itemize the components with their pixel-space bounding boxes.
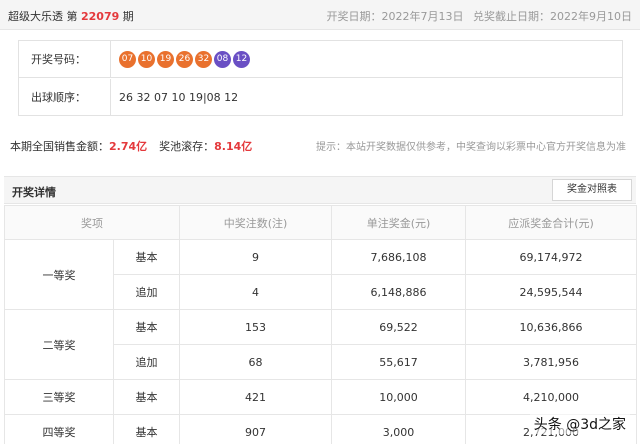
- winner-count: 9: [179, 239, 332, 275]
- pool-value: 8.14亿: [214, 140, 253, 153]
- back-ball: 12: [233, 51, 250, 68]
- prize-level: 二等奖: [4, 309, 114, 380]
- title-suffix: 期: [122, 10, 134, 23]
- lottery-title: 超级大乐透 第 22079 期: [8, 8, 134, 24]
- winner-count: 153: [179, 309, 332, 345]
- winner-count: 68: [179, 344, 332, 380]
- detail-header: 开奖详情 奖金对照表: [4, 176, 636, 204]
- prize-level: 四等奖: [4, 414, 114, 444]
- total-prize: 4,210,000: [465, 379, 637, 415]
- winner-count: 421: [179, 379, 332, 415]
- winner-count: 4: [179, 274, 332, 310]
- disclaimer-notice: 提示：本站开奖数据仅供参考，中奖查询以彩票中心官方开奖信息为准: [316, 142, 626, 153]
- prize-compare-button[interactable]: 奖金对照表: [552, 179, 632, 201]
- back-ball: 08: [214, 51, 231, 68]
- prize-level: 一等奖: [4, 239, 114, 310]
- pool-label: 奖池滚存：: [159, 140, 215, 153]
- prize-type: 追加: [113, 274, 180, 310]
- prize-type: 基本: [113, 379, 180, 415]
- front-ball: 26: [176, 51, 193, 68]
- date-info: 开奖日期：2022年7月13日 兑奖截止日期：2022年9月10日: [321, 8, 633, 24]
- draw-order-value: 26 32 07 10 19|08 12: [119, 91, 239, 104]
- draw-info-box: 开奖号码： 07 10 19 26 32 08 12 出球顺序： 26 32 07 10 1…: [18, 40, 623, 116]
- issue-number: 22079: [81, 10, 120, 23]
- prize-type: 基本: [113, 239, 180, 275]
- total-prize: 24,595,544: [465, 274, 637, 310]
- winning-numbers-row: 开奖号码： 07 10 19 26 32 08 12: [19, 41, 622, 78]
- total-prize: 10,636,866: [465, 309, 637, 345]
- sales-value: 2.74亿: [109, 140, 148, 153]
- ball-list: 07 10 19 26 32 08 12: [119, 51, 252, 68]
- watermark: 头条 @3d之家: [529, 414, 630, 434]
- winning-numbers-label: 开奖号码：: [19, 41, 111, 77]
- title-prefix: 超级大乐透 第: [8, 10, 78, 23]
- single-prize: 3,000: [331, 414, 466, 444]
- front-ball: 32: [195, 51, 212, 68]
- table-row: 二等奖 基本 153 69,522 10,636,866: [4, 309, 637, 380]
- single-prize: 7,686,108: [331, 239, 466, 275]
- single-prize: 69,522: [331, 309, 466, 345]
- total-prize: 3,781,956: [465, 344, 637, 380]
- deadline-date: 兑奖截止日期：2022年9月10日: [473, 10, 632, 23]
- header-total: 应派奖金合计(元): [465, 205, 637, 240]
- sales-info: 本期全国销售金额：2.74亿 奖池滚存：8.14亿: [10, 138, 264, 154]
- draw-date: 开奖日期：2022年7月13日: [326, 10, 464, 23]
- front-ball: 10: [138, 51, 155, 68]
- prize-type: 追加: [113, 344, 180, 380]
- draw-order-label: 出球顺序：: [19, 79, 111, 116]
- prize-level: 三等奖: [4, 379, 114, 415]
- table-row: 三等奖 基本 421 10,000 4,210,000: [4, 379, 637, 415]
- prize-table: 奖项 中奖注数(注) 单注奖金(元) 应派奖金合计(元) 一等奖 基本 9 7,…: [4, 205, 637, 444]
- winner-count: 907: [179, 414, 332, 444]
- table-row: 一等奖 基本 9 7,686,108 69,174,972: [4, 239, 637, 310]
- single-prize: 10,000: [331, 379, 466, 415]
- header-level: 奖项: [4, 205, 180, 240]
- total-prize: 69,174,972: [465, 239, 637, 275]
- top-bar: 超级大乐透 第 22079 期 开奖日期：2022年7月13日 兑奖截止日期：2…: [0, 0, 640, 30]
- header-count: 中奖注数(注): [179, 205, 332, 240]
- single-prize: 6,148,886: [331, 274, 466, 310]
- prize-type: 基本: [113, 414, 180, 444]
- single-prize: 55,617: [331, 344, 466, 380]
- sales-label: 本期全国销售金额：: [10, 140, 109, 153]
- front-ball: 19: [157, 51, 174, 68]
- front-ball: 07: [119, 51, 136, 68]
- detail-title: 开奖详情: [12, 186, 56, 199]
- header-prize: 单注奖金(元): [331, 205, 466, 240]
- table-header-row: 奖项 中奖注数(注) 单注奖金(元) 应派奖金合计(元): [4, 205, 637, 240]
- prize-type: 基本: [113, 309, 180, 345]
- draw-order-row: 出球顺序： 26 32 07 10 19|08 12: [19, 79, 622, 116]
